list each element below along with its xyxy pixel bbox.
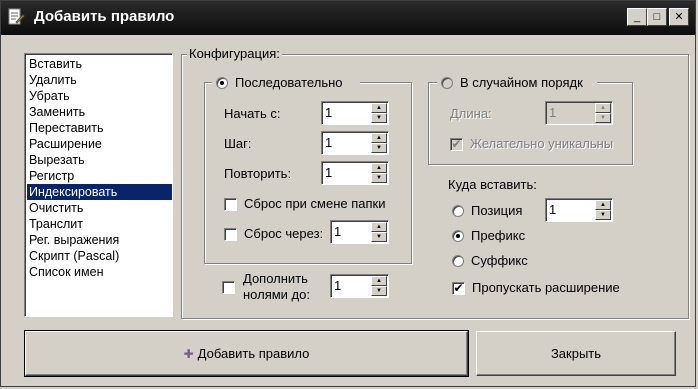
start-spinner[interactable]: 1 ▲ ▼ xyxy=(321,101,389,125)
list-item[interactable]: Убрать xyxy=(27,88,172,104)
skip-extension-label: Пропускать расширение xyxy=(472,280,620,295)
reset-every-spinner[interactable]: 1 ▲ ▼ xyxy=(330,220,389,244)
app-icon xyxy=(8,8,25,25)
list-item[interactable]: Удалить xyxy=(27,72,172,88)
spin-down-button[interactable]: ▼ xyxy=(371,286,387,296)
prefix-label: Префикс xyxy=(471,228,526,243)
pad-zeros-label-line2: нолями до: xyxy=(243,287,310,302)
add-rule-label: Добавить правило xyxy=(197,346,310,361)
list-item[interactable]: Транслит xyxy=(27,216,172,232)
close-icon: ✕ xyxy=(674,10,684,23)
plus-icon: ✚ xyxy=(183,346,194,361)
spin-down-button[interactable]: ▼ xyxy=(371,232,387,242)
reset-folder-label: Сброс при смене папки xyxy=(244,196,386,211)
start-label: Начать с: xyxy=(224,106,281,121)
spin-down-button[interactable]: ▼ xyxy=(371,173,387,183)
repeat-spinner[interactable]: 1 ▲ ▼ xyxy=(321,161,389,185)
length-value: 1 xyxy=(549,105,557,120)
unique-checkbox[interactable]: ✔ xyxy=(450,138,463,151)
list-item[interactable]: Очистить xyxy=(27,200,172,216)
spin-down-button[interactable]: ▼ xyxy=(595,113,611,123)
spin-up-button[interactable]: ▲ xyxy=(595,103,611,113)
radio-dot xyxy=(220,81,224,85)
spin-up-button[interactable]: ▲ xyxy=(595,200,611,210)
reset-folder-checkbox[interactable] xyxy=(224,198,237,211)
radio-dot xyxy=(456,234,460,238)
list-item[interactable]: Рег. выражения xyxy=(27,232,172,248)
repeat-value: 1 xyxy=(325,165,333,180)
position-spinner[interactable]: 1 ▲ ▼ xyxy=(545,198,613,222)
pad-zeros-label: Дополнить нолями до: xyxy=(243,271,310,303)
close-button-label: Закрыть xyxy=(550,346,602,361)
suffix-label: Суффикс xyxy=(471,253,528,268)
list-item[interactable]: Расширение xyxy=(27,136,172,152)
minimize-icon: _ xyxy=(633,10,641,23)
prefix-radio[interactable] xyxy=(452,230,464,242)
window-title: Добавить правило xyxy=(34,8,175,25)
close-button[interactable]: Закрыть xyxy=(476,331,676,376)
repeat-label: Повторить: xyxy=(224,166,292,181)
start-value: 1 xyxy=(325,105,333,120)
position-label: Позиция xyxy=(471,203,523,218)
list-item[interactable]: Заменить xyxy=(27,104,172,120)
step-spinner[interactable]: 1 ▲ ▼ xyxy=(321,131,389,155)
spin-down-button[interactable]: ▼ xyxy=(371,113,387,123)
pad-zeros-value: 1 xyxy=(334,278,342,293)
spin-up-button[interactable]: ▲ xyxy=(371,276,387,286)
add-rule-button[interactable]: ✚ Добавить правило xyxy=(24,330,469,377)
position-value: 1 xyxy=(549,202,557,217)
list-item[interactable]: Список имен xyxy=(27,264,172,280)
reset-every-checkbox[interactable] xyxy=(224,228,237,241)
list-item[interactable]: Переставить xyxy=(27,120,172,136)
unique-label: Желательно уникальны xyxy=(470,136,614,151)
list-item[interactable]: Вставить xyxy=(27,56,172,72)
length-spinner[interactable]: 1 ▲ ▼ xyxy=(545,101,613,125)
close-window-button[interactable]: ✕ xyxy=(669,8,689,26)
pad-zeros-spinner[interactable]: 1 ▲ ▼ xyxy=(330,274,389,298)
random-radio[interactable] xyxy=(441,77,453,89)
list-item[interactable]: Индексировать xyxy=(27,184,172,200)
spin-down-button[interactable]: ▼ xyxy=(595,210,611,220)
minimize-button[interactable]: _ xyxy=(627,8,647,26)
reset-every-label: Сброс через: xyxy=(244,226,324,241)
length-label: Длина: xyxy=(450,106,492,121)
spin-up-button[interactable]: ▲ xyxy=(371,133,387,143)
pad-zeros-checkbox[interactable] xyxy=(222,281,235,294)
rules-list[interactable]: Вставить Удалить Убрать Заменить Переставить… xyxy=(24,53,173,317)
position-radio[interactable] xyxy=(452,205,464,217)
suffix-radio[interactable] xyxy=(452,255,464,267)
list-item[interactable]: Регистр xyxy=(27,168,172,184)
spin-up-button[interactable]: ▲ xyxy=(371,222,387,232)
maximize-button[interactable]: □ xyxy=(647,8,667,26)
maximize-icon: □ xyxy=(653,10,661,23)
sequential-label: Последовательно xyxy=(235,75,343,90)
spin-up-button[interactable]: ▲ xyxy=(371,103,387,113)
insert-where-label: Куда вставить: xyxy=(448,177,537,192)
list-item[interactable]: Скрипт (Pascal) xyxy=(27,248,172,264)
step-label: Шаг: xyxy=(224,136,252,151)
step-value: 1 xyxy=(325,135,333,150)
skip-extension-checkbox[interactable]: ✔ xyxy=(452,282,465,295)
spin-up-button[interactable]: ▲ xyxy=(371,163,387,173)
list-item[interactable]: Вырезать xyxy=(27,152,172,168)
pad-zeros-label-line1: Дополнить xyxy=(243,271,308,286)
sequential-radio[interactable] xyxy=(216,77,228,89)
random-label: В случайном порядк xyxy=(460,75,583,90)
spin-down-button[interactable]: ▼ xyxy=(371,143,387,153)
config-legend: Конфигурация: xyxy=(187,46,282,61)
reset-every-value: 1 xyxy=(334,224,342,239)
